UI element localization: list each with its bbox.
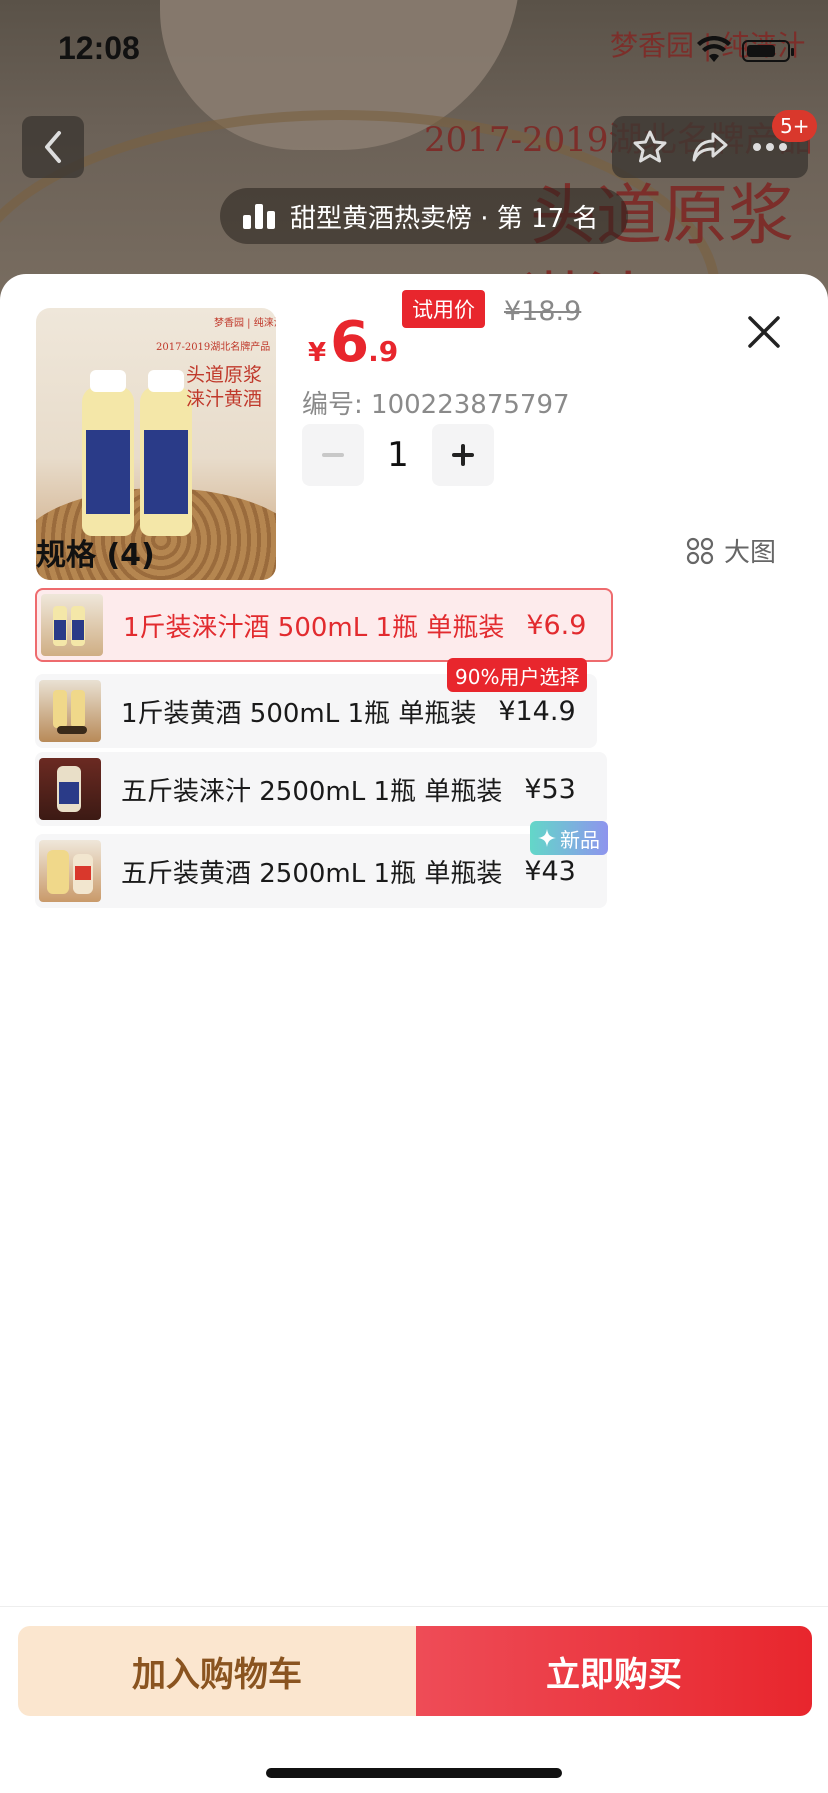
increase-button[interactable] xyxy=(432,424,494,486)
spec-option-price: ¥14.9 xyxy=(498,695,576,727)
spec-option-name: 1斤装涞汁酒 500mL 1瓶 单瓶装 xyxy=(123,612,505,643)
spec-option-thumbnail xyxy=(39,680,101,742)
spec-option[interactable]: 五斤装涞汁 2500mL 1瓶 单瓶装 ¥53 xyxy=(35,752,607,826)
trial-price-tag: 试用价 xyxy=(402,290,485,328)
spec-option-price: ¥43 xyxy=(524,855,576,887)
star-icon[interactable] xyxy=(632,129,668,165)
price-integer: 6 xyxy=(330,310,369,375)
close-icon[interactable] xyxy=(742,310,786,354)
price-decimal: .9 xyxy=(368,335,399,368)
price-symbol: ¥ xyxy=(308,338,327,368)
cart-count-badge: 5+ xyxy=(772,110,818,142)
spec-option-price: ¥6.9 xyxy=(526,609,587,641)
add-to-cart-button[interactable]: 加入购物车 xyxy=(18,1626,416,1716)
plus-icon xyxy=(452,444,474,466)
thumb-subtitle-text: 涞汁黄酒 xyxy=(186,388,263,410)
quantity-stepper: 1 xyxy=(302,424,494,486)
quantity-value[interactable]: 1 xyxy=(364,435,432,475)
action-bar-divider xyxy=(0,1606,828,1607)
minus-icon xyxy=(322,453,344,457)
bottle-shape xyxy=(82,370,134,536)
spec-option-name: 1斤装黄酒 500mL 1瓶 单瓶装 xyxy=(121,698,477,729)
new-item-badge: 新品 xyxy=(530,821,608,855)
spec-option-thumbnail xyxy=(39,840,101,902)
bar-chart-icon xyxy=(243,204,275,229)
share-icon[interactable] xyxy=(691,130,729,164)
spec-option-name: 五斤装涞汁 2500mL 1瓶 单瓶装 xyxy=(121,776,503,807)
spec-option[interactable]: 1斤装涞汁酒 500mL 1瓶 单瓶装 ¥6.9 xyxy=(35,588,613,662)
status-bar: 12:08 xyxy=(0,0,828,100)
chevron-left-icon xyxy=(45,131,61,163)
spec-option-price: ¥53 xyxy=(524,773,576,805)
wifi-icon xyxy=(697,36,731,62)
spec-section-title: 规格 (4) xyxy=(36,538,155,573)
bottle-shape xyxy=(140,370,192,536)
more-icon[interactable] xyxy=(752,142,788,152)
back-button[interactable] xyxy=(22,116,84,178)
home-indicator xyxy=(266,1768,562,1778)
spec-option[interactable]: 五斤装黄酒 2500mL 1瓶 单瓶装 ¥43 xyxy=(35,834,607,908)
popular-choice-badge: 90%用户选择 xyxy=(447,658,588,692)
price-display: ¥ 6 .9 xyxy=(308,310,398,380)
sku-number: 编号: 100223875797 xyxy=(302,390,570,420)
thumb-award-text: 2017-2019湖北名牌产品 xyxy=(156,342,271,353)
buy-now-button[interactable]: 立即购买 xyxy=(416,1626,812,1716)
ranking-text: 甜型黄酒热卖榜 · 第 17 名 xyxy=(290,203,599,234)
big-view-label: 大图 xyxy=(724,538,777,568)
sparkle-icon xyxy=(538,829,556,847)
thumb-brand-text: 梦香园 | 纯涞汁 xyxy=(214,318,276,329)
status-time: 12:08 xyxy=(58,30,140,66)
original-price: ¥18.9 xyxy=(504,296,582,327)
new-item-badge-label: 新品 xyxy=(560,827,600,852)
spec-option-thumbnail xyxy=(39,758,101,820)
big-view-toggle[interactable]: 大图 xyxy=(686,532,776,569)
sku-selector-sheet: 梦香园 | 纯涞汁 2017-2019湖北名牌产品 头道原浆 涞汁黄酒 ¥ 6 … xyxy=(0,274,828,1793)
thumb-title-text: 头道原浆 xyxy=(186,364,263,386)
spec-option-name: 五斤装黄酒 2500mL 1瓶 单瓶装 xyxy=(121,858,503,889)
ranking-pill[interactable]: 甜型黄酒热卖榜 · 第 17 名 xyxy=(220,188,629,244)
grid-icon xyxy=(686,537,714,564)
battery-icon xyxy=(742,40,794,62)
decrease-button[interactable] xyxy=(302,424,364,486)
spec-option-thumbnail xyxy=(41,594,103,656)
